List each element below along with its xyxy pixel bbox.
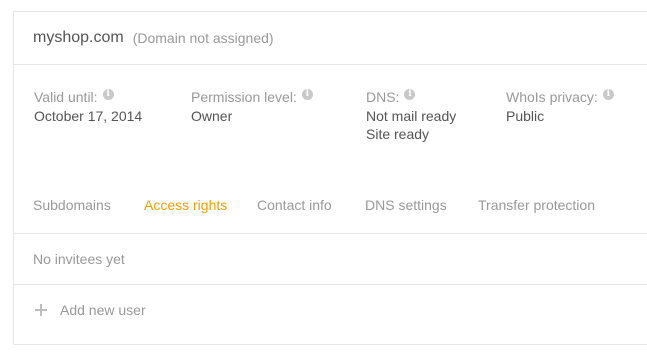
info-icon[interactable]: i xyxy=(602,88,614,100)
no-invitees-row: No invitees yet xyxy=(14,234,647,285)
domain-card: myshop.com (Domain not assigned) Valid u… xyxy=(13,11,647,345)
dns-mail-status: Not mail ready xyxy=(366,108,457,124)
valid-until-field: Valid until: i October 17, 2014 xyxy=(34,87,142,125)
whois-field: WhoIs privacy: i Public xyxy=(506,87,614,125)
dns-field: DNS: i Not mail ready Site ready xyxy=(366,87,456,143)
tab-subdomains[interactable]: Subdomains xyxy=(33,197,111,213)
permission-field: Permission level: i Owner xyxy=(191,87,313,125)
domain-status: (Domain not assigned) xyxy=(132,30,274,46)
domain-info: Valid until: i October 17, 2014 Permissi… xyxy=(14,65,647,177)
domain-header: myshop.com (Domain not assigned) xyxy=(14,12,647,65)
permission-value: Owner xyxy=(191,108,233,124)
permission-label: Permission level: xyxy=(191,89,297,105)
tab-access-rights[interactable]: Access rights xyxy=(144,197,227,213)
domain-name: myshop.com xyxy=(33,29,124,46)
add-new-user-button[interactable]: Add new user xyxy=(14,285,647,335)
no-invitees-text: No invitees yet xyxy=(33,251,125,267)
plus-icon xyxy=(35,304,47,316)
dns-label: DNS: xyxy=(366,89,400,105)
domain-tabs: Subdomains Access rights Contact info DN… xyxy=(14,177,647,234)
tab-dns-settings[interactable]: DNS settings xyxy=(365,197,447,213)
tab-contact-info[interactable]: Contact info xyxy=(257,197,332,213)
tab-transfer-protection[interactable]: Transfer protection xyxy=(478,197,595,213)
valid-until-label: Valid until: xyxy=(34,89,98,105)
info-icon[interactable]: i xyxy=(102,88,114,100)
valid-until-value: October 17, 2014 xyxy=(34,108,143,124)
add-new-user-label: Add new user xyxy=(60,302,146,318)
dns-site-status: Site ready xyxy=(366,126,430,142)
whois-label: WhoIs privacy: xyxy=(506,89,598,105)
info-icon[interactable]: i xyxy=(404,88,416,100)
info-icon[interactable]: i xyxy=(301,88,313,100)
whois-value: Public xyxy=(506,108,545,124)
